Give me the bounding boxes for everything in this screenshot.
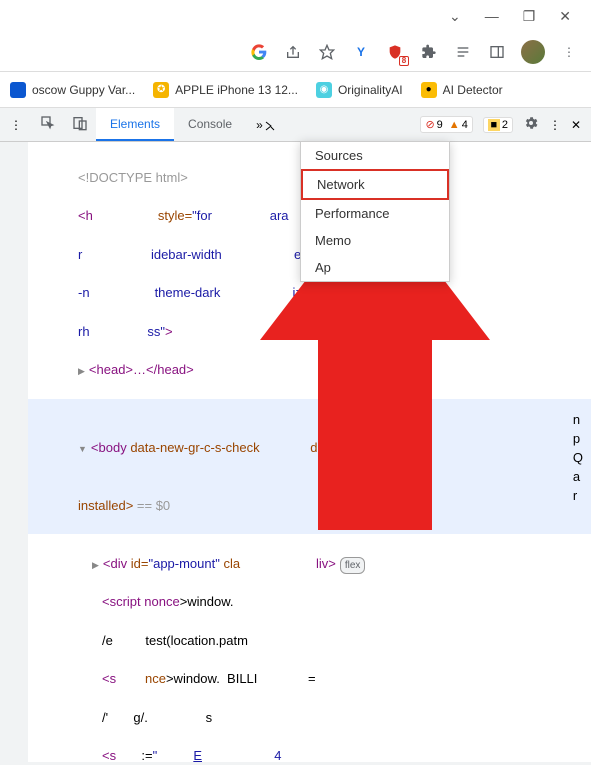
selected-node[interactable]: <body data-new-gr-c-s-check data-gr-ext-… (28, 399, 591, 535)
right-letters: n p Q a r (573, 410, 583, 505)
close-button[interactable]: ✕ (559, 8, 571, 25)
menu-item-memory[interactable]: Memo (301, 227, 449, 254)
bookmark-item[interactable]: ◉ OriginalityAI (316, 82, 403, 98)
issues-badge[interactable]: ■ 2 (483, 117, 513, 133)
tabs-overflow-button[interactable]: » (246, 118, 273, 132)
bookmarks-bar: oscow Guppy Var... ✪ APPLE iPhone 13 12.… (0, 72, 591, 108)
share-icon[interactable] (283, 42, 303, 62)
avatar[interactable] (521, 40, 545, 64)
bookmark-favicon: ✪ (153, 82, 169, 98)
warning-icon: ▲ (449, 119, 460, 131)
bookmark-item[interactable]: ● AI Detector (421, 82, 503, 98)
menu-item-network[interactable]: Network (301, 169, 449, 200)
code-line: <script nonce>window. (78, 592, 591, 611)
google-icon[interactable] (249, 42, 269, 62)
shield-badge: 8 (399, 56, 409, 66)
devtools-menu-icon[interactable]: ⋮ (10, 118, 22, 132)
issues-count: 2 (502, 119, 508, 131)
code-line: -n theme-dark ize (78, 283, 591, 302)
device-toggle-icon[interactable] (64, 115, 96, 134)
flex-badge[interactable]: flex (340, 557, 366, 574)
code-line: <s nce>window. BILLI = (78, 669, 591, 688)
browser-toolbar: Y 8 ⋮ (0, 32, 591, 72)
puzzle-icon[interactable] (419, 42, 439, 62)
bookmark-label: AI Detector (443, 83, 503, 97)
window-controls: ⌄ — ❐ ✕ (0, 0, 591, 32)
bookmark-label: OriginalityAI (338, 83, 403, 97)
elements-panel[interactable]: <!DOCTYPE html> <h style="for ara r ideb… (0, 142, 591, 762)
menu-item-performance[interactable]: Performance (301, 200, 449, 227)
window-dropdown[interactable]: ⌄ (449, 8, 461, 25)
error-count: 9 (437, 119, 443, 131)
devtools-toolbar: ⋮ Elements Console » ⊘ 9 ▲ 4 ■ 2 ⋮ ✕ (0, 108, 591, 142)
error-icon: ⊘ (425, 118, 434, 131)
bookmark-label: APPLE iPhone 13 12... (175, 83, 298, 97)
bookmark-favicon (10, 82, 26, 98)
bookmark-item[interactable]: oscow Guppy Var... (10, 82, 135, 98)
side-panel-icon[interactable] (487, 42, 507, 62)
maximize-button[interactable]: ❐ (523, 8, 536, 25)
expand-caret[interactable] (92, 556, 99, 571)
star-icon[interactable] (317, 42, 337, 62)
menu-icon[interactable]: ⋮ (559, 42, 579, 62)
bookmark-item[interactable]: ✪ APPLE iPhone 13 12... (153, 82, 298, 98)
blue-y-icon[interactable]: Y (351, 42, 371, 62)
code-line: rh ss"> (78, 322, 591, 341)
code-line[interactable]: <head>…</head> (78, 360, 591, 379)
tab-console[interactable]: Console (174, 108, 246, 141)
inspect-icon[interactable] (32, 115, 64, 134)
menu-item-sources[interactable]: Sources (301, 142, 449, 169)
shield-icon[interactable]: 8 (385, 42, 405, 62)
code-line: <s :=" E 4 (78, 746, 591, 762)
tabs-overflow-menu: Sources Network Performance Memo Ap (300, 141, 450, 282)
menu-item-application[interactable]: Ap (301, 254, 449, 281)
code-line: /e test(location.patm (78, 631, 591, 650)
collapse-caret[interactable] (78, 440, 87, 455)
warning-count: 4 (462, 119, 468, 131)
issues-icon: ■ (488, 119, 500, 131)
code-line[interactable]: <div id="app-mount" cla liv>flex (78, 554, 591, 573)
error-warning-badges[interactable]: ⊘ 9 ▲ 4 (420, 116, 472, 133)
devtools-more-icon[interactable]: ⋮ (549, 118, 561, 132)
bookmark-favicon: ● (421, 82, 437, 98)
tab-elements[interactable]: Elements (96, 108, 174, 141)
bookmark-favicon: ◉ (316, 82, 332, 98)
devtools-close-icon[interactable]: ✕ (571, 118, 581, 132)
settings-icon[interactable] (523, 115, 539, 134)
bookmark-label: oscow Guppy Var... (32, 83, 135, 97)
reading-list-icon[interactable] (453, 42, 473, 62)
code-line: /' g/. s (78, 708, 591, 727)
minimize-button[interactable]: — (485, 8, 499, 24)
expand-caret[interactable] (78, 362, 85, 377)
